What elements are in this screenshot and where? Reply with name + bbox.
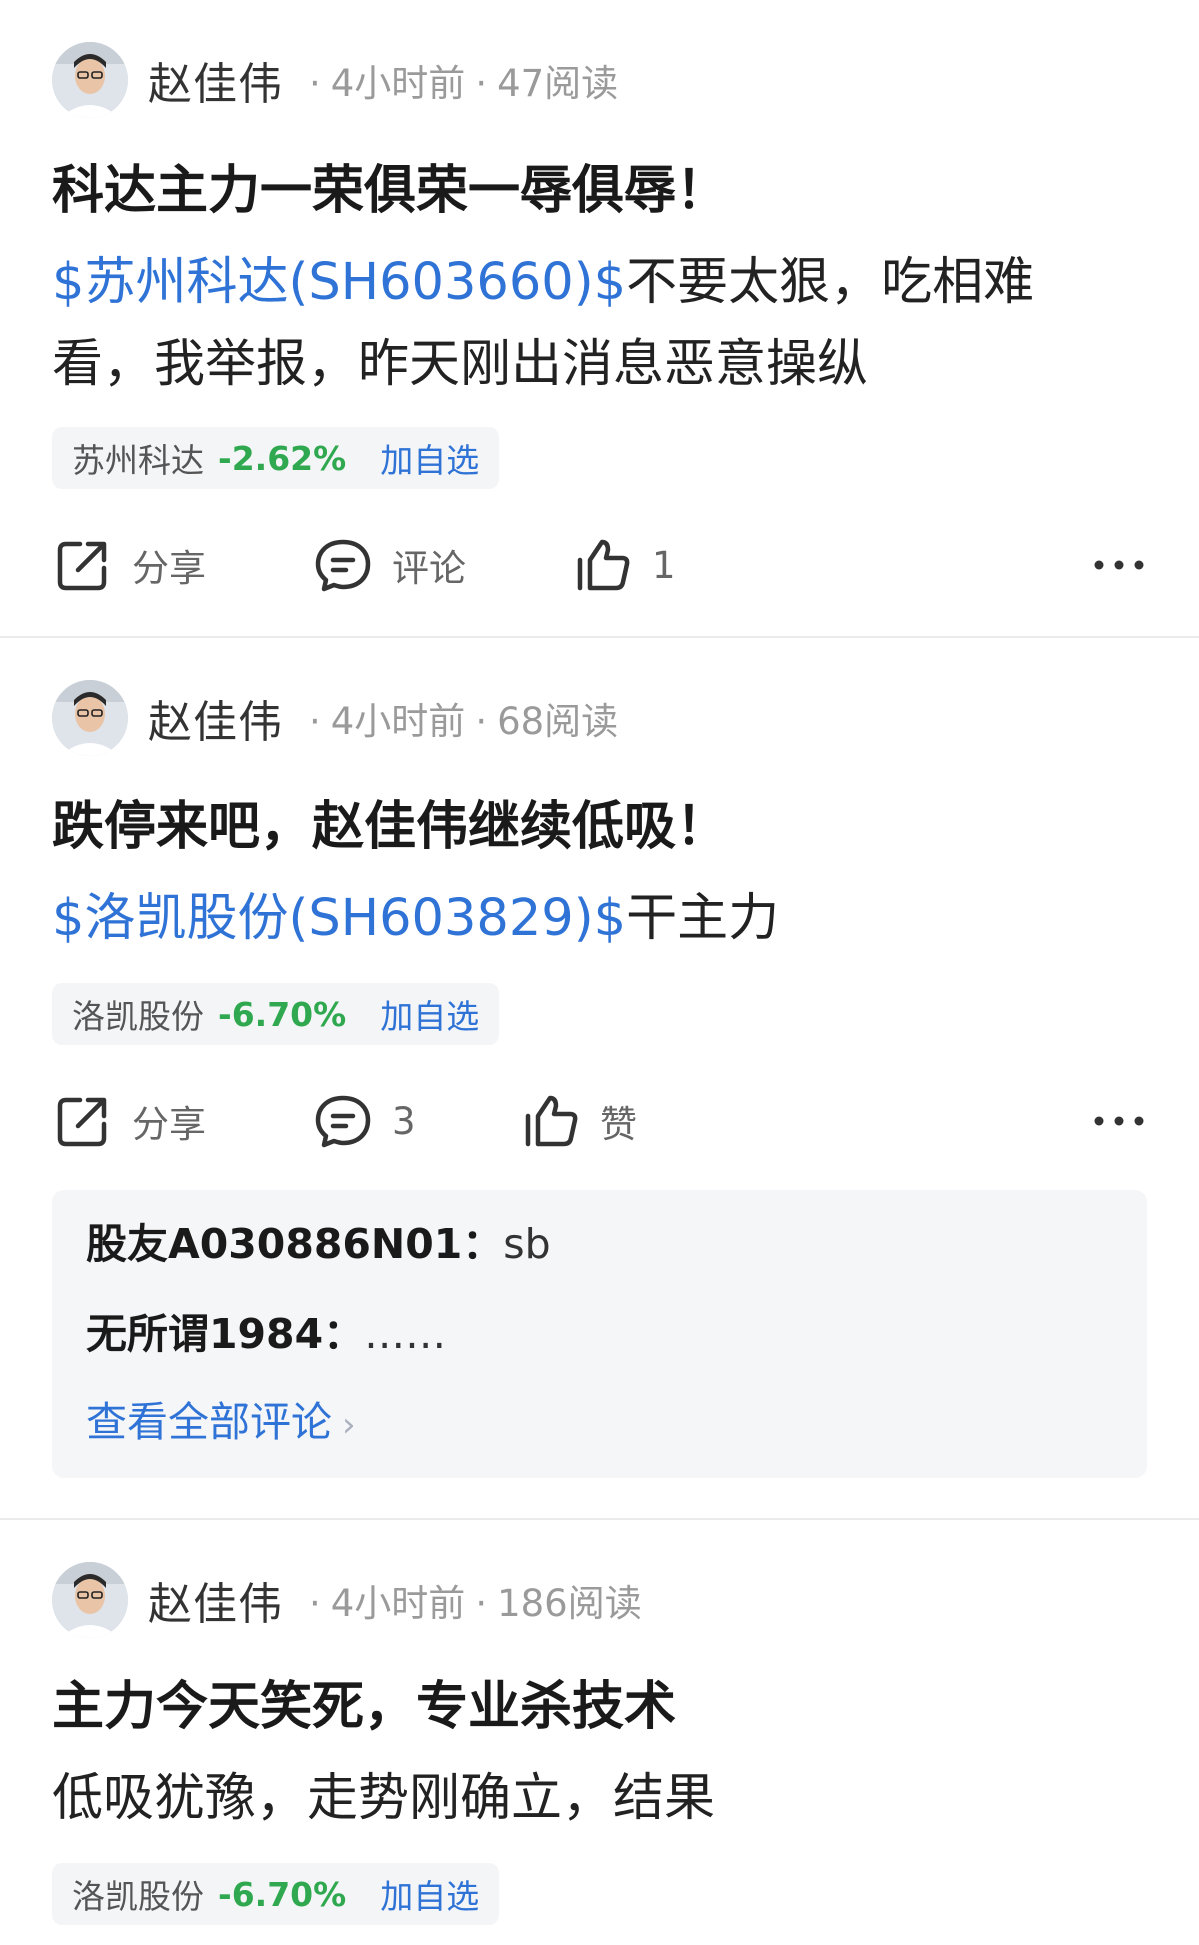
- comment-user[interactable]: 无所谓1984：: [86, 1310, 364, 1358]
- more-button[interactable]: [1091, 1086, 1147, 1156]
- read-count: 47阅读: [497, 62, 619, 105]
- comment-text: ……: [364, 1310, 447, 1358]
- post-card[interactable]: 赵佳伟 · 4小时前 · 68阅读 跌停来吧，赵佳伟继续低吸！ $洛凯股份(SH603…: [0, 638, 1199, 1518]
- stock-name: 洛凯股份: [72, 1877, 204, 1916]
- body-text: 低吸犹豫，走势刚确立，结果: [52, 1769, 716, 1828]
- post-header: 赵佳伟 · 4小时前 · 68阅读: [52, 680, 618, 756]
- comment-button[interactable]: 评论: [312, 530, 466, 600]
- share-icon: [52, 534, 114, 596]
- stock-link[interactable]: $苏州科达(SH603660)$: [52, 253, 626, 312]
- body-text: 不要太狠，吃相难: [626, 253, 1035, 312]
- chevron-right-icon: ›: [342, 1405, 356, 1445]
- like-button[interactable]: 赞: [520, 1086, 637, 1156]
- comment-user[interactable]: 股友A030886N01：: [86, 1220, 503, 1268]
- post-time: 4小时前: [330, 1582, 466, 1625]
- post-header: 赵佳伟 · 4小时前 · 47阅读: [52, 42, 618, 118]
- post-meta: · 4小时前 · 68阅读: [309, 700, 619, 743]
- author-name[interactable]: 赵佳伟: [148, 1568, 283, 1632]
- like-button[interactable]: 1: [572, 530, 676, 600]
- post-body[interactable]: $洛凯股份(SH603829)$干主力: [52, 878, 1147, 960]
- post-card[interactable]: 赵佳伟 · 4小时前 · 47阅读 科达主力一荣俱荣一辱俱辱！ $苏州科达(SH603…: [0, 0, 1199, 636]
- post-title[interactable]: 科达主力一荣俱荣一辱俱辱！: [52, 156, 1147, 226]
- stock-name: 苏州科达: [72, 441, 204, 480]
- view-all-comments-link[interactable]: 查看全部评论 ›: [86, 1388, 356, 1448]
- comment-item[interactable]: 股友A030886N01：sb: [86, 1210, 551, 1270]
- comment-icon: [312, 1090, 374, 1152]
- share-button[interactable]: 分享: [52, 1086, 206, 1156]
- share-icon: [52, 1090, 114, 1152]
- post-actions: 分享 3 赞: [52, 1086, 1147, 1156]
- avatar[interactable]: [52, 1562, 128, 1638]
- stock-change: -6.70%: [218, 994, 347, 1034]
- author-name[interactable]: 赵佳伟: [148, 48, 283, 112]
- more-icon: [1091, 555, 1147, 575]
- post-actions: 分享 评论 1: [52, 530, 1147, 600]
- stock-name: 洛凯股份: [72, 997, 204, 1036]
- post-card[interactable]: 赵佳伟 · 4小时前 · 186阅读 主力今天笑死，专业杀技术 低吸犹豫，走势刚确立，…: [0, 1520, 1199, 1945]
- add-watchlist-button[interactable]: 加自选: [380, 434, 479, 482]
- like-icon: [572, 534, 634, 596]
- add-watchlist-button[interactable]: 加自选: [380, 990, 479, 1038]
- stock-tag[interactable]: 苏州科达 -2.62% 加自选: [52, 427, 500, 489]
- like-label: 赞: [600, 1103, 637, 1146]
- post-title[interactable]: 跌停来吧，赵佳伟继续低吸！: [52, 792, 1147, 862]
- body-text: 干主力: [626, 889, 780, 948]
- post-meta: · 4小时前 · 186阅读: [309, 1582, 642, 1625]
- add-watchlist-button[interactable]: 加自选: [380, 1870, 479, 1918]
- post-body[interactable]: $苏州科达(SH603660)$不要太狠，吃相难 看，我举报，昨天刚出消息恶意操…: [52, 242, 1147, 406]
- comment-count: 3: [392, 1099, 416, 1143]
- comment-text: sb: [503, 1220, 551, 1268]
- share-label: 分享: [132, 1103, 206, 1146]
- post-meta: · 4小时前 · 47阅读: [309, 62, 619, 105]
- post-title[interactable]: 主力今天笑死，专业杀技术: [52, 1672, 1147, 1742]
- comment-icon: [312, 534, 374, 596]
- stock-tag[interactable]: 洛凯股份 -6.70% 加自选: [52, 1863, 500, 1925]
- avatar[interactable]: [52, 42, 128, 118]
- read-count: 68阅读: [497, 700, 619, 743]
- comment-label: 评论: [392, 547, 466, 590]
- more-icon: [1091, 1111, 1147, 1131]
- stock-tag[interactable]: 洛凯股份 -6.70% 加自选: [52, 983, 500, 1045]
- post-body[interactable]: 低吸犹豫，走势刚确立，结果: [52, 1758, 1147, 1840]
- share-button[interactable]: 分享: [52, 530, 206, 600]
- author-name[interactable]: 赵佳伟: [148, 686, 283, 750]
- post-time: 4小时前: [330, 62, 466, 105]
- stock-link[interactable]: $洛凯股份(SH603829)$: [52, 889, 626, 948]
- comments-preview[interactable]: 股友A030886N01：sb 无所谓1984：…… 查看全部评论 ›: [52, 1190, 1147, 1478]
- share-label: 分享: [132, 547, 206, 590]
- avatar[interactable]: [52, 680, 128, 756]
- stock-change: -2.62%: [218, 438, 347, 478]
- body-text: 看，我举报，昨天刚出消息恶意操纵: [52, 335, 869, 394]
- post-time: 4小时前: [330, 700, 466, 743]
- more-button[interactable]: [1091, 530, 1147, 600]
- like-icon: [520, 1090, 582, 1152]
- read-count: 186阅读: [497, 1582, 642, 1625]
- view-all-label: 查看全部评论: [86, 1398, 332, 1446]
- like-count: 1: [652, 543, 676, 587]
- post-header: 赵佳伟 · 4小时前 · 186阅读: [52, 1562, 642, 1638]
- comment-button[interactable]: 3: [312, 1086, 416, 1156]
- comment-item[interactable]: 无所谓1984：……: [86, 1300, 446, 1360]
- stock-change: -6.70%: [218, 1874, 347, 1914]
